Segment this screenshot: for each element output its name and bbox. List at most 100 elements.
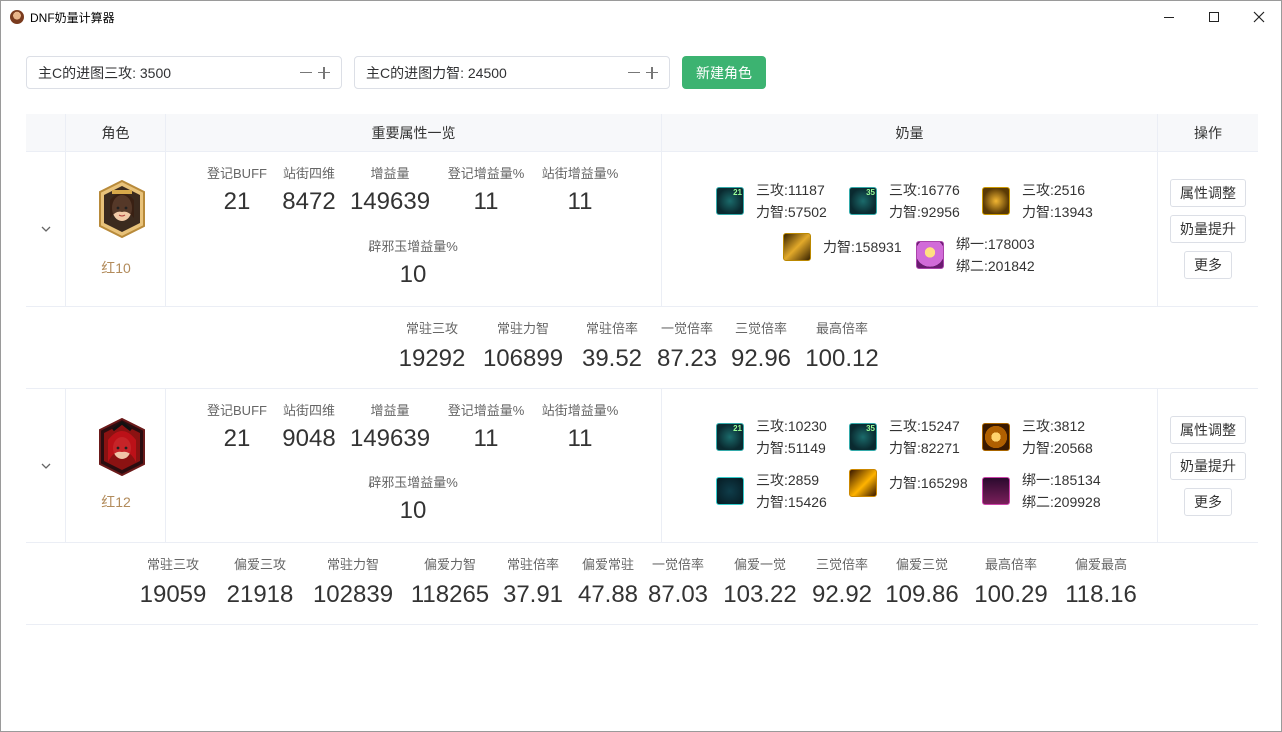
header-expand [26,114,66,152]
golden-wing-icon [849,469,877,497]
milk-item: 21 三攻:11187 力智:57502 [716,179,827,223]
milk-item: 三攻:3812 力智:20568 [982,415,1093,459]
maximize-icon [1209,12,1219,22]
summary-stat: 最高倍率 100.29 [974,557,1048,608]
summary-stat: 常驻倍率 37.91 [502,557,564,608]
summary-stat: 偏爱常驻 47.88 [577,557,639,608]
attr-stat: 辟邪玉增益量% 10 [368,239,458,288]
summary-stat: 一觉倍率 87.23 [656,321,718,372]
milk-item: 35 三攻:16776 力智:92956 [849,179,960,223]
role-cell: 红10 [66,152,166,306]
role-level-label: 红10 [101,260,131,276]
teal-orb-21-icon: 21 [716,423,744,451]
ops-cell: 属性调整 奶量提升 更多 [1158,152,1258,306]
milk-item: 三攻:2859 力智:15426 [716,469,827,513]
main-c-sangong-stepper[interactable]: 主C的进图三攻: 3500 [26,56,342,89]
milk-item: 绑一:185134 绑二:209928 [982,469,1101,513]
gold-rune-icon [982,187,1010,215]
attr-stat: 站街四维 8472 [282,166,336,215]
header-role: 角色 [66,114,166,152]
chevron-down-icon[interactable] [40,460,52,472]
summary-stat: 常驻力智 106899 [482,321,564,372]
expand-cell [26,389,66,542]
summary-stat: 常驻力智 102839 [312,557,394,608]
attr-stat: 登记增益量% 11 [447,403,525,452]
attr-stat: 增益量 149639 [349,403,431,452]
minimize-icon [1164,16,1174,18]
avatar [99,180,145,238]
gold-key-icon [982,423,1010,451]
increment-icon[interactable] [317,66,331,80]
decrement-icon[interactable] [627,66,641,80]
role-cell: 红12 [66,389,166,542]
header-ops: 操作 [1194,125,1222,141]
attrs-cell: 登记BUFF 21 站街四维 8472 增益量 149639 登记增益量% 11 站街增… [166,152,662,306]
milk-cell: 21 三攻:10230 力智:51149 35 三攻:15247 力智:82271 … [662,389,1158,542]
summary-stat: 偏爱最高 118.16 [1065,557,1137,608]
decrement-icon[interactable] [299,66,313,80]
summary-stat: 三觉倍率 92.96 [730,321,792,372]
title-bar: DNF奶量计算器 [1,1,1281,33]
attr-stat: 站街增益量% 11 [541,166,619,215]
summary-stat: 常驻三攻 19292 [398,321,466,372]
attr-stat: 站街增益量% 11 [541,403,619,452]
summary-stat: 偏爱力智 118265 [410,557,490,608]
more-button[interactable]: 更多 [1184,488,1232,516]
milk-cell: 21 三攻:11187 力智:57502 35 三攻:16776 力智:92956 … [662,152,1158,306]
teal-sword-21-icon: 21 [716,187,744,215]
attr-stat: 登记增益量% 11 [447,166,525,215]
role-level-label: 红12 [101,494,131,510]
boost-milk-button[interactable]: 奶量提升 [1170,452,1246,480]
amber-seal-icon [783,233,811,261]
maximize-button[interactable] [1191,1,1237,33]
role-table: 角色 重要属性一览 奶量 操作 红10 登记BUFF 21 站街四维 8472 增益… [26,114,1258,625]
summary-stat: 偏爱三攻 21918 [226,557,294,608]
summary-stat: 常驻三攻 19059 [139,557,207,608]
attr-stat: 登记BUFF 21 [207,166,267,215]
new-role-button[interactable]: 新建角色 [682,56,766,89]
attr-stat: 辟邪玉增益量% 10 [368,475,458,524]
increment-icon[interactable] [645,66,659,80]
row-summary: 常驻三攻 19292 常驻力智 106899 常驻倍率 39.52 一觉倍率 87.23… [26,307,1258,389]
minimize-button[interactable] [1146,1,1192,33]
attr-stat: 增益量 149639 [349,166,431,215]
ops-cell: 属性调整 奶量提升 更多 [1158,389,1258,542]
close-button[interactable] [1236,1,1282,33]
app-icon [10,10,24,24]
milk-item: 力智:165298 [849,469,968,497]
adjust-attrs-button[interactable]: 属性调整 [1170,416,1246,444]
teal-sword-35-icon: 35 [849,187,877,215]
star-awakening-icon [982,477,1010,505]
adjust-attrs-button[interactable]: 属性调整 [1170,179,1246,207]
avatar [99,418,145,476]
expand-cell [26,152,66,306]
summary-stat: 一觉倍率 87.03 [647,557,709,608]
chevron-down-icon[interactable] [40,223,52,235]
milk-item: 三攻:2516 力智:13943 [982,179,1093,223]
main-c-sangong-value[interactable]: 主C的进图三攻: 3500 [38,63,299,83]
main-c-lizhi-value[interactable]: 主C的进图力智: 24500 [366,63,627,83]
summary-stat: 常驻倍率 39.52 [581,321,643,372]
summary-stat: 最高倍率 100.12 [805,321,879,372]
close-icon [1253,11,1265,23]
milk-item: 21 三攻:10230 力智:51149 [716,415,827,459]
summary-stat: 三觉倍率 92.92 [811,557,873,608]
header-attrs: 重要属性一览 [166,114,662,152]
header-milk: 奶量 [662,114,1158,152]
summary-stat: 偏爱一觉 103.22 [723,557,797,608]
boost-milk-button[interactable]: 奶量提升 [1170,215,1246,243]
milk-item: 力智:158931 [783,233,902,261]
pink-awakening-icon [916,241,944,269]
teal-orb-35-icon: 35 [849,423,877,451]
row-summary: 常驻三攻 19059 偏爱三攻 21918 常驻力智 102839 偏爱力智 11826… [26,543,1258,625]
table-row: 红10 登记BUFF 21 站街四维 8472 增益量 149639 登记增益量% 11… [26,152,1258,307]
table-row: 红12 登记BUFF 21 站街四维 9048 增益量 149639 登记增益量% 11… [26,389,1258,543]
more-button[interactable]: 更多 [1184,251,1232,279]
main-c-lizhi-stepper[interactable]: 主C的进图力智: 24500 [354,56,670,89]
attr-stat: 站街四维 9048 [282,403,336,452]
milk-item: 绑一:178003 绑二:201842 [916,233,1035,277]
milk-item: 35 三攻:15247 力智:82271 [849,415,960,459]
attrs-cell: 登记BUFF 21 站街四维 9048 增益量 149639 登记增益量% 11 站街增… [166,389,662,542]
heart-shield-icon [716,477,744,505]
table-header: 角色 重要属性一览 奶量 操作 [26,114,1258,152]
